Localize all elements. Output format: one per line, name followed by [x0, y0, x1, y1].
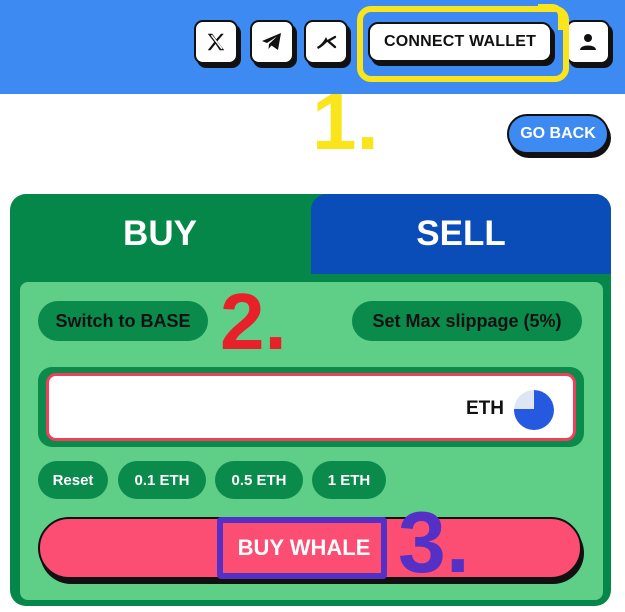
tab-buy[interactable]: BUY: [10, 212, 310, 256]
preset-1-eth-button[interactable]: 1 ETH: [312, 461, 386, 499]
dex-button[interactable]: [304, 20, 348, 64]
account-button[interactable]: [566, 20, 610, 64]
switch-network-button[interactable]: Switch to BASE: [38, 301, 208, 341]
preset-0-5-eth-button[interactable]: 0.5 ETH: [215, 461, 303, 499]
reset-button[interactable]: Reset: [38, 461, 108, 499]
max-slippage-button[interactable]: Set Max slippage (5%): [352, 301, 582, 341]
x-social-button[interactable]: [194, 20, 238, 64]
x-logo-icon: [207, 33, 225, 51]
tab-sell-label[interactable]: SELL: [311, 212, 611, 256]
telegram-button[interactable]: [250, 20, 294, 64]
telegram-icon: [262, 33, 281, 50]
base-eth-icon: [514, 390, 554, 430]
user-icon: [580, 34, 596, 50]
annotation-step-3: 3.: [398, 495, 470, 591]
go-back-button[interactable]: GO BACK: [507, 114, 609, 154]
token-symbol: ETH: [466, 398, 504, 419]
preset-0-1-eth-button[interactable]: 0.1 ETH: [118, 461, 206, 499]
annotation-highlight-connect-tail: [538, 4, 564, 30]
dex-icon: [317, 35, 337, 49]
annotation-highlight-buy: [217, 517, 387, 579]
annotation-step-2: 2.: [220, 277, 287, 366]
annotation-step-1: 1.: [312, 77, 379, 166]
